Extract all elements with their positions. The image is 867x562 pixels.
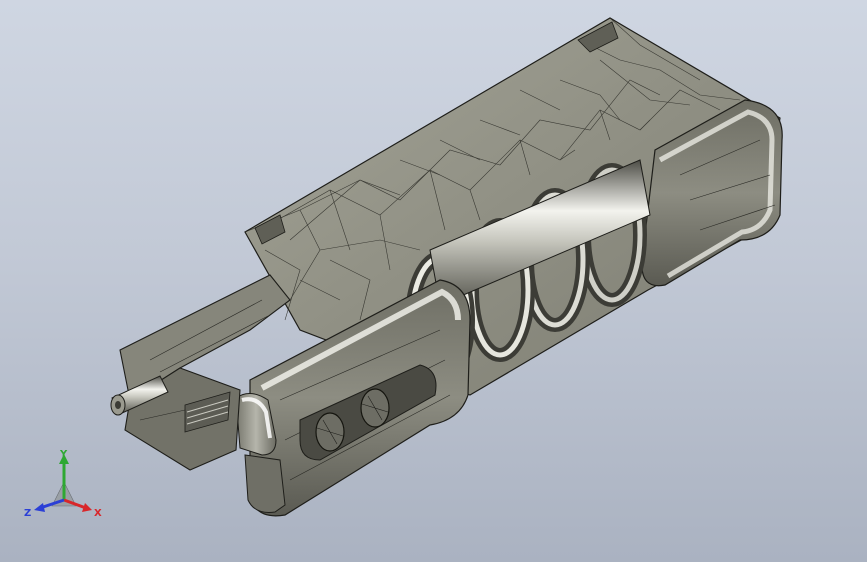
z-axis-label: Z bbox=[24, 508, 31, 519]
3d-model-view[interactable] bbox=[0, 0, 867, 562]
x-axis-arrow-icon bbox=[82, 503, 92, 512]
graphics-viewport[interactable]: Y X Z bbox=[0, 0, 867, 562]
y-axis-label: Y bbox=[59, 449, 68, 460]
z-axis-arrow-icon bbox=[34, 503, 45, 512]
x-axis-label: X bbox=[94, 508, 102, 519]
orientation-triad[interactable]: Y X Z bbox=[22, 448, 104, 524]
